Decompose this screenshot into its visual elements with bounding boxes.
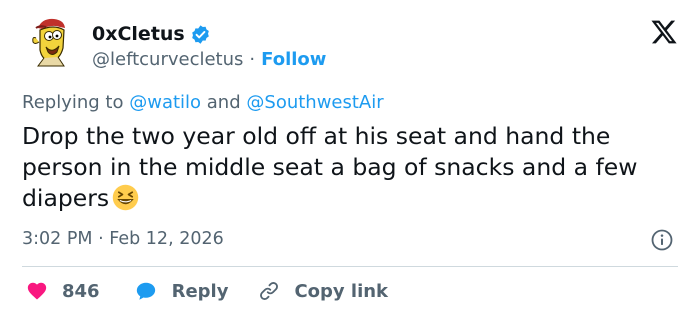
mention-link-2[interactable]: @SouthwestAir [246,92,383,113]
verified-badge-icon [191,24,209,44]
timestamp-time: 3:02 PM [22,229,93,249]
like-count: 846 [62,280,100,302]
author-name-row: 0xCletus [92,22,211,46]
follow-button[interactable]: Follow [261,49,326,70]
mention-link-1[interactable]: @watilo [129,92,201,113]
reply-button[interactable]: Reply [134,280,229,302]
reply-bubble-icon [136,282,155,300]
tweet-card: 0xCletus @leftcurvecletus · Follow Reply… [0,0,700,318]
x-logo-icon[interactable] [650,18,678,46]
copy-link-label: Copy link [294,280,389,302]
action-bar: 846 Reply Copy link [22,278,388,304]
author-handle[interactable]: @leftcurvecletus [92,49,243,70]
heart-icon [27,282,47,300]
info-icon[interactable] [650,228,674,252]
reply-label: Reply [171,280,229,302]
author-handle-row: @leftcurvecletus · Follow [92,48,326,70]
reply-context-prefix: Replying to [22,92,124,113]
timestamp[interactable]: 3:02 PM · Feb 12, 2026 [22,229,224,249]
author-display-name[interactable]: 0xCletus [92,23,185,45]
handle-separator: · [249,48,256,70]
copy-link-button[interactable]: Copy link [258,280,388,302]
timestamp-separator: · [98,229,104,249]
reply-context-conjunction: and [206,92,241,113]
tweet-body: Drop the two year old off at his seat an… [22,121,672,214]
link-icon [260,282,279,300]
avatar[interactable] [24,14,80,70]
like-button[interactable]: 846 [26,280,100,302]
reply-context: Replying to @watilo and @SouthwestAir [22,92,384,113]
divider [22,266,678,267]
timestamp-date: Feb 12, 2026 [109,229,224,249]
laughing-face-emoji [112,184,139,211]
